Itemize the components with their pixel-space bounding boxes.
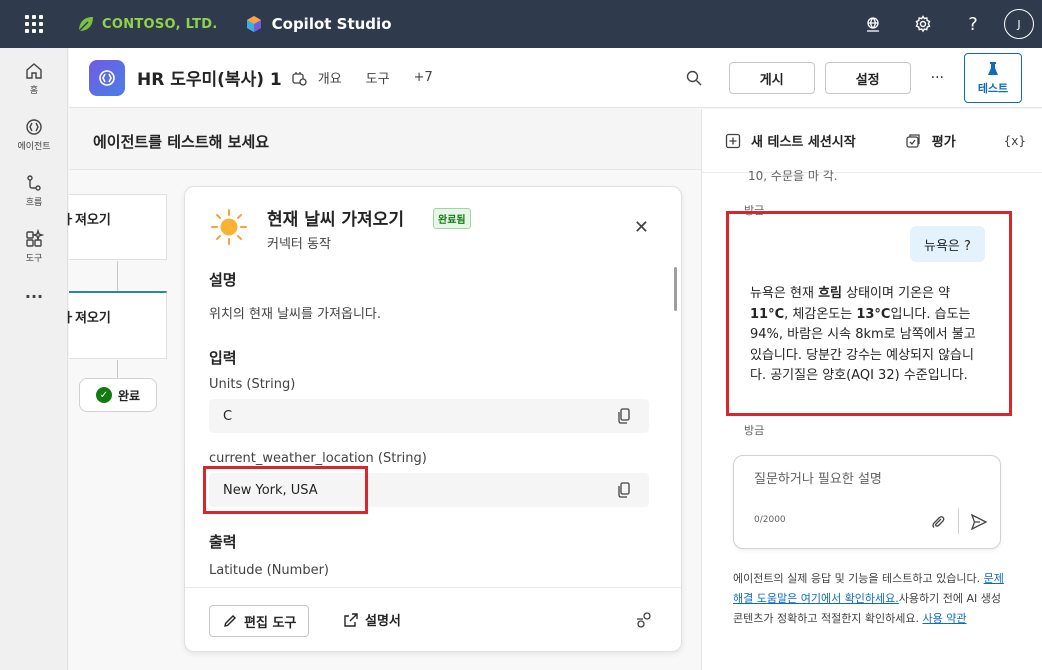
- tab-more[interactable]: +7: [414, 70, 433, 85]
- tools-icon: [26, 228, 44, 247]
- product-title[interactable]: Copilot Studio: [244, 14, 392, 34]
- agent-title: HR 도우미(복사) 1: [137, 70, 282, 90]
- flask-icon: [988, 61, 998, 75]
- units-field: C: [209, 399, 649, 433]
- rail-label-flows: 흐름: [25, 197, 43, 208]
- agent-status-icon: [292, 71, 307, 86]
- edit-tool-button[interactable]: 편집 도구: [209, 605, 310, 637]
- tab-overview[interactable]: 개요: [318, 68, 342, 87]
- chat-panel-header: 새 테스트 세션시작 평가 {x}: [702, 109, 1042, 173]
- check-icon: ✓: [95, 387, 112, 403]
- tab-tools[interactable]: 도구: [366, 68, 390, 87]
- action-subtitle: 커넥터 동작: [267, 237, 331, 252]
- evaluate-label: 평가: [931, 135, 956, 150]
- settings-header-button[interactable]: 설정: [824, 62, 911, 94]
- rail-label-tools: 도구: [25, 253, 43, 264]
- close-icon[interactable]: ✕: [634, 217, 649, 238]
- help-button[interactable]: ?: [948, 0, 998, 48]
- waffle-icon: [25, 15, 43, 33]
- disclaimer: 에이전트의 실제 응답 및 기능을 테스트하고 있습니다. 문제 해결 도움말은…: [733, 572, 1004, 625]
- flow-icon: [27, 174, 41, 191]
- done-label: 완료: [117, 388, 141, 403]
- gear-icon: [915, 15, 931, 33]
- org-brand: CONTOSO, LTD.: [76, 14, 218, 34]
- agent-icon: [26, 118, 42, 135]
- canvas-title: 에이전트를 테스트해 보세요: [93, 133, 270, 151]
- help-icon: ?: [968, 13, 978, 35]
- action-detail-card: 현재 날씨 가져오기 완료됨 커넥터 동작 ✕ 설명 위치의 현재 날씨를 가져…: [184, 186, 682, 652]
- flow-node-1[interactable]: ㅏ져오기: [63, 194, 167, 260]
- previous-message-cut: 10, 수문을 마 각.: [748, 169, 838, 183]
- rail-item-more[interactable]: ...: [0, 274, 68, 310]
- product-name: Copilot Studio: [271, 15, 392, 33]
- output-heading: 출력: [209, 533, 237, 551]
- rail-item-tools[interactable]: 도구: [0, 218, 68, 274]
- latitude-label: Latitude (Number): [209, 563, 330, 578]
- copilot-studio-logo-icon: [246, 16, 261, 32]
- contoso-logo-icon: [78, 17, 93, 32]
- sun-icon: [211, 209, 247, 245]
- input-heading: 입력: [209, 349, 237, 367]
- test-label: 테스트: [977, 81, 1009, 95]
- description-text: 위치의 현재 날씨를 가져옵니다.: [209, 307, 382, 322]
- done-pill[interactable]: ✓ 완료: [79, 378, 157, 412]
- rail-item-agents[interactable]: 에이전트: [0, 106, 68, 162]
- highlight-chat: [726, 211, 1012, 416]
- avatar[interactable]: J: [1004, 9, 1034, 39]
- flow-node-1-title: ㅏ져오기: [63, 213, 111, 228]
- card-scrollbar[interactable]: [674, 267, 677, 311]
- docs-label: 설명서: [365, 614, 401, 629]
- send-icon[interactable]: [970, 513, 988, 531]
- chat-input[interactable]: 질문하거나 필요한 설명: [754, 468, 882, 487]
- more-icon: ...: [24, 282, 44, 302]
- flow-node-2-title: ㅏ져오기: [63, 311, 111, 326]
- search-icon[interactable]: [685, 69, 703, 87]
- connector-icon[interactable]: [635, 611, 653, 629]
- copy-icon[interactable]: [617, 408, 631, 424]
- description-heading: 설명: [209, 271, 237, 289]
- units-label: Units (String): [209, 377, 296, 392]
- left-rail: 홈 에이전트 흐름 도구 ...: [0, 48, 68, 670]
- agent-avatar-icon: [89, 59, 125, 96]
- open-external-icon: [344, 612, 358, 627]
- flow-node-2[interactable]: ㅏ져오기: [63, 291, 167, 359]
- agent-header: HR 도우미(복사) 1 개요 도구 +7 게시 설정 ··· 테스트: [69, 48, 1042, 108]
- environment-button[interactable]: [848, 0, 898, 48]
- top-bar: CONTOSO, LTD. Copilot Studio ? J: [0, 0, 1042, 48]
- timestamp: 방금: [744, 424, 765, 437]
- brand-name: CONTOSO, LTD.: [102, 16, 218, 32]
- globe-icon: [867, 17, 879, 32]
- new-session-label: 새 테스트 세션시작: [751, 135, 856, 150]
- char-counter: 0/2000: [754, 515, 786, 525]
- pencil-icon: [224, 615, 236, 627]
- copy-icon[interactable]: [617, 482, 631, 498]
- variables-icon[interactable]: {x}: [1004, 134, 1026, 148]
- add-square-icon: [725, 133, 741, 148]
- app-launcher-button[interactable]: [0, 0, 68, 48]
- docs-link[interactable]: 설명서: [343, 610, 401, 629]
- rail-label-home: 홈: [29, 85, 39, 96]
- highlight-location: [203, 466, 368, 514]
- action-title: 현재 날씨 가져오기: [267, 210, 404, 230]
- rail-item-home[interactable]: 홈: [0, 50, 68, 106]
- publish-button[interactable]: 게시: [728, 62, 815, 94]
- terms-link[interactable]: 사용 약관: [923, 612, 967, 625]
- rail-label-agents: 에이전트: [17, 141, 51, 152]
- card-footer: 편집 도구 설명서: [185, 587, 681, 651]
- location-label: current_weather_location (String): [209, 451, 427, 466]
- home-icon: [26, 62, 42, 79]
- more-options-icon[interactable]: ···: [931, 70, 944, 86]
- rail-item-flows[interactable]: 흐름: [0, 162, 68, 218]
- attach-icon[interactable]: [930, 514, 946, 530]
- evaluate-button[interactable]: 평가: [904, 131, 956, 150]
- edit-tool-label: 편집 도구: [244, 615, 297, 631]
- status-badge: 완료됨: [433, 208, 471, 229]
- test-button[interactable]: 테스트: [964, 53, 1022, 103]
- chat-input-box[interactable]: 질문하거나 필요한 설명 0/2000: [733, 455, 1001, 549]
- settings-button[interactable]: [898, 0, 948, 48]
- new-session-button[interactable]: 새 테스트 세션시작: [725, 131, 856, 150]
- units-value: C: [223, 408, 233, 424]
- evaluate-icon: [906, 133, 920, 148]
